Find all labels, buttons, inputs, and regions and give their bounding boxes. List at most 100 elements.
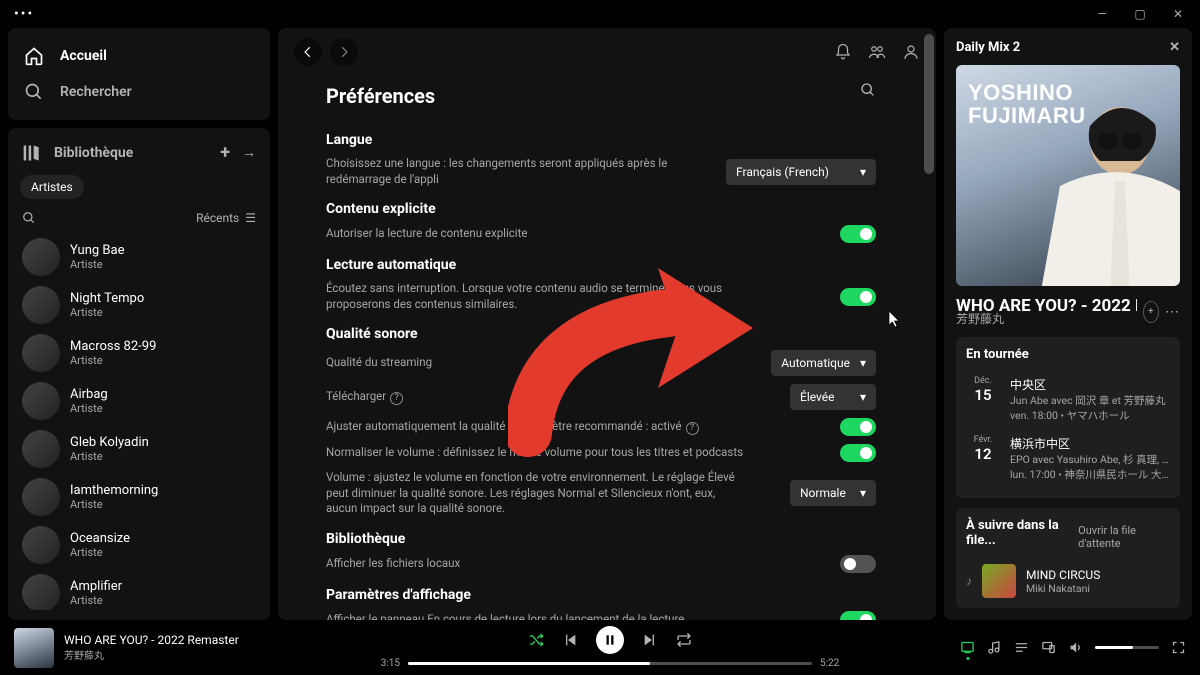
tour-item[interactable]: Févr.12横浜市中区EPO avec Yasuhiro Abe, 杉 真理,…: [966, 429, 1170, 488]
next-button[interactable]: [642, 632, 658, 648]
on-tour-heading: En tournée: [966, 347, 1170, 362]
artist-row[interactable]: AirbagArtiste: [20, 377, 258, 425]
chevron-down-icon: ▾: [860, 486, 866, 500]
sort-recents[interactable]: Récents☰: [196, 211, 256, 225]
devices-icon[interactable]: [1041, 640, 1056, 655]
artist-row[interactable]: Gleb KolyadinArtiste: [20, 425, 258, 473]
chevron-down-icon: ▾: [860, 165, 866, 179]
explicit-heading: Contenu explicite: [326, 201, 876, 217]
display-np-label: Afficher le panneau En cours de lecture …: [326, 612, 684, 620]
more-options-icon[interactable]: ⋯: [1165, 304, 1180, 320]
artist-type: Artiste: [70, 258, 125, 271]
friends-icon[interactable]: [868, 43, 886, 61]
artist-avatar: [22, 478, 60, 516]
notifications-icon[interactable]: [834, 43, 852, 61]
autoplay-desc: Écoutez sans interruption. Lorsque votre…: [326, 281, 746, 312]
artist-avatar: [22, 526, 60, 564]
expand-icon[interactable]: →: [242, 144, 256, 161]
minimize-button[interactable]: —: [1088, 7, 1116, 21]
artist-type: Artiste: [70, 306, 144, 319]
artist-avatar: [22, 574, 60, 610]
language-select[interactable]: Français (French)▾: [726, 159, 876, 185]
artist-name: Oceansize: [70, 531, 130, 547]
add-icon[interactable]: +: [220, 142, 230, 163]
artist-name: Gleb Kolyadin: [70, 435, 149, 451]
artist-avatar: [22, 238, 60, 276]
artist-type: Artiste: [70, 402, 108, 415]
queue-heading: À suivre dans la file...: [966, 518, 1078, 548]
total-time: 5:22: [820, 658, 850, 669]
now-playing-artist[interactable]: 芳野藤丸: [64, 647, 239, 662]
close-panel-icon[interactable]: ✕: [1169, 40, 1180, 55]
explicit-toggle[interactable]: [840, 225, 876, 243]
artist-type: Artiste: [70, 546, 130, 559]
seek-bar[interactable]: [408, 662, 812, 665]
volume-icon[interactable]: [1068, 640, 1083, 655]
add-to-liked-icon[interactable]: +: [1143, 301, 1159, 323]
queue-thumb: [982, 564, 1016, 598]
home-icon: [24, 46, 44, 66]
library-label: Bibliothèque: [54, 145, 133, 161]
normalize-toggle[interactable]: [840, 444, 876, 462]
now-playing-title[interactable]: WHO ARE YOU? - 2022 Remaster: [64, 633, 239, 647]
nav-back-button[interactable]: [294, 38, 322, 66]
library-icon[interactable]: [22, 143, 42, 163]
local-files-toggle[interactable]: [840, 555, 876, 573]
autoplay-toggle[interactable]: [840, 288, 876, 306]
download-quality-select[interactable]: Élevée▾: [790, 384, 876, 410]
open-queue-link[interactable]: Ouvrir la file d'attente: [1078, 524, 1170, 550]
display-np-toggle[interactable]: [840, 611, 876, 620]
now-playing-view-icon[interactable]: [960, 640, 975, 655]
artist-avatar: [22, 430, 60, 468]
shuffle-button[interactable]: [528, 632, 544, 648]
artist-name: Macross 82-99: [70, 339, 156, 355]
queue-track-artist: Miki Nakatani: [1026, 582, 1100, 595]
artist-row[interactable]: AmplifierArtiste: [20, 569, 258, 610]
lyrics-icon[interactable]: [987, 640, 1002, 655]
album-cover[interactable]: YOSHINOFUJIMARU: [956, 65, 1180, 286]
info-icon[interactable]: ?: [390, 392, 403, 405]
display-heading: Paramètres d'affichage: [326, 587, 876, 603]
volume-slider[interactable]: [1095, 646, 1159, 649]
artist-row[interactable]: OceansizeArtiste: [20, 521, 258, 569]
autoplay-heading: Lecture automatique: [326, 257, 876, 273]
now-playing-view-title: Daily Mix 2: [956, 40, 1020, 55]
nav-home-label: Accueil: [60, 48, 107, 64]
music-note-icon: ♪: [966, 574, 972, 588]
artist-row[interactable]: IamthemorningArtiste: [20, 473, 258, 521]
close-button[interactable]: ✕: [1164, 7, 1192, 21]
profile-icon[interactable]: [902, 43, 920, 61]
auto-adjust-toggle[interactable]: [840, 418, 876, 436]
cover-illustration: [1020, 86, 1180, 286]
maximize-button[interactable]: ▢: [1126, 7, 1154, 21]
nav-home[interactable]: Accueil: [20, 38, 258, 74]
artist-row[interactable]: Macross 82-99Artiste: [20, 329, 258, 377]
nav-search[interactable]: Rechercher: [20, 74, 258, 110]
artist-row[interactable]: Night TempoArtiste: [20, 281, 258, 329]
local-files-label: Afficher les fichiers locaux: [326, 556, 460, 572]
library-search-icon[interactable]: [22, 211, 36, 225]
artist-name: Amplifier: [70, 579, 122, 595]
artist-type: Artiste: [70, 594, 122, 607]
app-menu-icon[interactable]: •••: [8, 6, 34, 22]
nav-search-label: Rechercher: [60, 84, 132, 100]
artist-name: Iamthemorning: [70, 483, 158, 499]
streaming-quality-select[interactable]: Automatique▾: [771, 350, 876, 376]
artist-avatar: [22, 334, 60, 372]
volume-level-select[interactable]: Normale▾: [790, 480, 876, 506]
repeat-button[interactable]: [676, 632, 692, 648]
play-pause-button[interactable]: [596, 626, 624, 654]
explicit-desc: Autoriser la lecture de contenu explicit…: [326, 226, 527, 242]
previous-button[interactable]: [562, 632, 578, 648]
tour-item[interactable]: Déc.15中央区Jun Abe avec 岡沢 章 et 芳野藤丸ven. 1…: [966, 370, 1170, 429]
artist-row[interactable]: Yung BaeArtiste: [20, 233, 258, 281]
nav-forward-button[interactable]: [330, 38, 358, 66]
now-playing-cover[interactable]: [14, 628, 54, 668]
lang-heading: Langue: [326, 132, 876, 148]
fullscreen-icon[interactable]: [1171, 640, 1186, 655]
queue-icon[interactable]: [1014, 640, 1029, 655]
queue-item[interactable]: ♪ MIND CIRCUS Miki Nakatani: [966, 564, 1170, 598]
info-icon[interactable]: ?: [686, 422, 699, 435]
filter-chip-artists[interactable]: Artistes: [20, 175, 84, 199]
prefs-search-icon[interactable]: [860, 82, 876, 98]
